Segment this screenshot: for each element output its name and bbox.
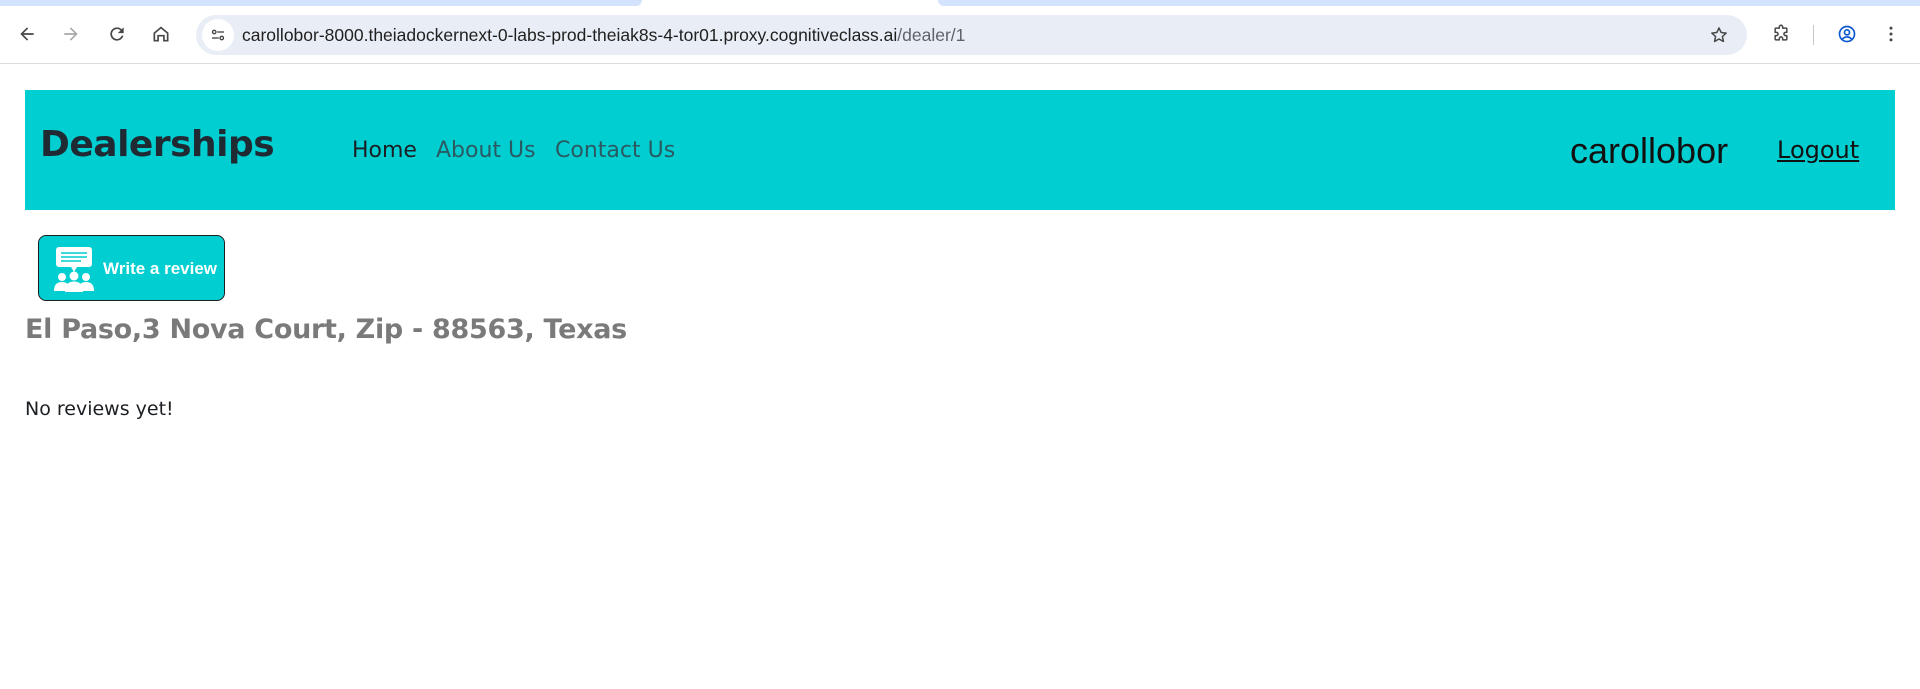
forward-button[interactable] (55, 18, 87, 50)
toolbar-divider (1813, 25, 1814, 45)
profile-button[interactable] (1831, 18, 1863, 50)
kebab-menu-icon (1889, 26, 1893, 42)
browser-menu-button[interactable] (1875, 18, 1907, 50)
write-review-button[interactable]: Write a review (38, 235, 225, 301)
account-circle-icon (1838, 25, 1856, 43)
nav-contact-link[interactable]: Contact Us (555, 138, 675, 163)
site-info-button[interactable] (202, 19, 234, 51)
home-button[interactable] (145, 18, 177, 50)
username-label: carollobor (1570, 130, 1729, 171)
url-path: /dealer/1 (897, 25, 966, 45)
nav-home-link[interactable]: Home (352, 138, 417, 163)
reload-icon (110, 27, 124, 41)
arrow-left-icon (20, 27, 34, 41)
write-review-label: Write a review (103, 259, 218, 278)
puzzle-icon (1774, 24, 1788, 41)
dealer-address: El Paso,3 Nova Court, Zip - 88563, Texas (25, 314, 627, 345)
site-header: Dealerships Home About Us Contact Us car… (25, 90, 1895, 210)
arrow-right-icon (64, 27, 78, 41)
nav-about-link[interactable]: About Us (436, 138, 536, 163)
extensions-button[interactable] (1765, 18, 1797, 50)
bookmark-button[interactable] (1705, 21, 1733, 49)
back-button[interactable] (11, 18, 43, 50)
browser-toolbar: carollobor-8000.theiadockernext-0-labs-p… (0, 6, 1920, 64)
home-icon (153, 26, 169, 42)
url-host: carollobor-8000.theiadockernext-0-labs-p… (242, 25, 898, 45)
reload-button[interactable] (101, 18, 133, 50)
tune-icon (211, 29, 225, 41)
review-people-icon (54, 247, 94, 292)
reviews-status-text: No reviews yet! (25, 398, 174, 420)
url-text[interactable]: carollobor-8000.theiadockernext-0-labs-p… (242, 25, 965, 46)
logout-link[interactable]: Logout (1777, 136, 1859, 164)
star-icon (1711, 27, 1727, 43)
brand-title[interactable]: Dealerships (40, 124, 275, 165)
address-bar[interactable]: carollobor-8000.theiadockernext-0-labs-p… (196, 15, 1747, 55)
